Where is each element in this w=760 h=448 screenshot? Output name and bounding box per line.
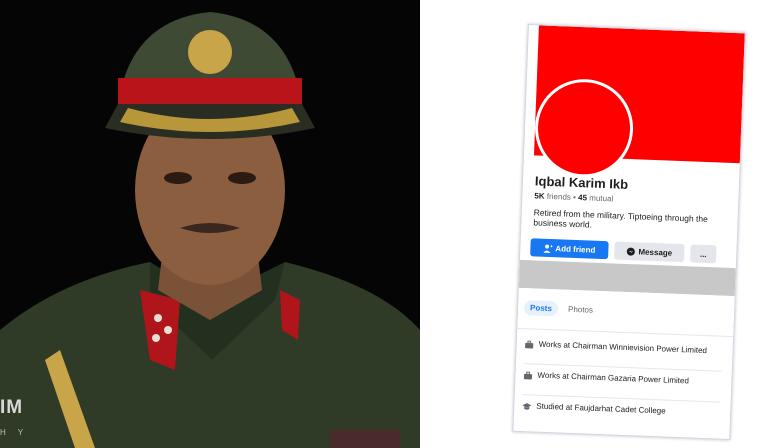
officer-portrait-image [0, 12, 420, 448]
more-options-button[interactable]: ... [689, 244, 717, 264]
messenger-icon [626, 247, 636, 256]
detail-item-education: Studied at Faujdarhat Cadet College [522, 401, 722, 419]
graduation-cap-icon [522, 403, 532, 410]
add-friend-button[interactable]: Add friend [530, 238, 609, 260]
portrait-photo: IM HY [0, 0, 420, 448]
detail-item-work-1: Works at Chairman Winnievision Power Lim… [525, 339, 725, 357]
friends-label: friends [546, 191, 572, 202]
briefcase-icon [525, 340, 534, 349]
profile-name: Iqbal Karim Ikb [534, 173, 629, 192]
friends-summary: 5K friends • 45 mutual [534, 191, 613, 203]
mutual-label: mutual [589, 193, 614, 204]
profile-screenshot: Iqbal Karim Ikb 5K friends • 45 mutual R… [512, 24, 746, 441]
detail-item-work-2: Works at Chairman Gazaria Power Limited [523, 370, 723, 388]
add-person-icon [543, 244, 553, 253]
add-friend-label: Add friend [555, 243, 596, 255]
briefcase-icon [523, 371, 533, 380]
friends-separator: • [572, 192, 577, 202]
detail-text: Works at Chairman Gazaria Power Limited [537, 370, 690, 386]
friends-count: 5K [534, 191, 545, 201]
tab-posts[interactable]: Posts [523, 300, 559, 317]
profile-bio: Retired from the military. Tiptoeing thr… [533, 207, 709, 230]
watermark-subtext: HY [0, 428, 36, 437]
tab-photos[interactable]: Photos [562, 302, 599, 318]
profile-tabs: Posts Photos [517, 287, 735, 338]
mutual-count: 45 [577, 193, 588, 203]
detail-text: Works at Chairman Winnievision Power Lim… [538, 339, 708, 356]
message-label: Message [638, 246, 673, 258]
watermark-text: IM [0, 397, 24, 418]
detail-text: Studied at Faujdarhat Cadet College [536, 401, 666, 416]
message-button[interactable]: Message [614, 241, 685, 263]
